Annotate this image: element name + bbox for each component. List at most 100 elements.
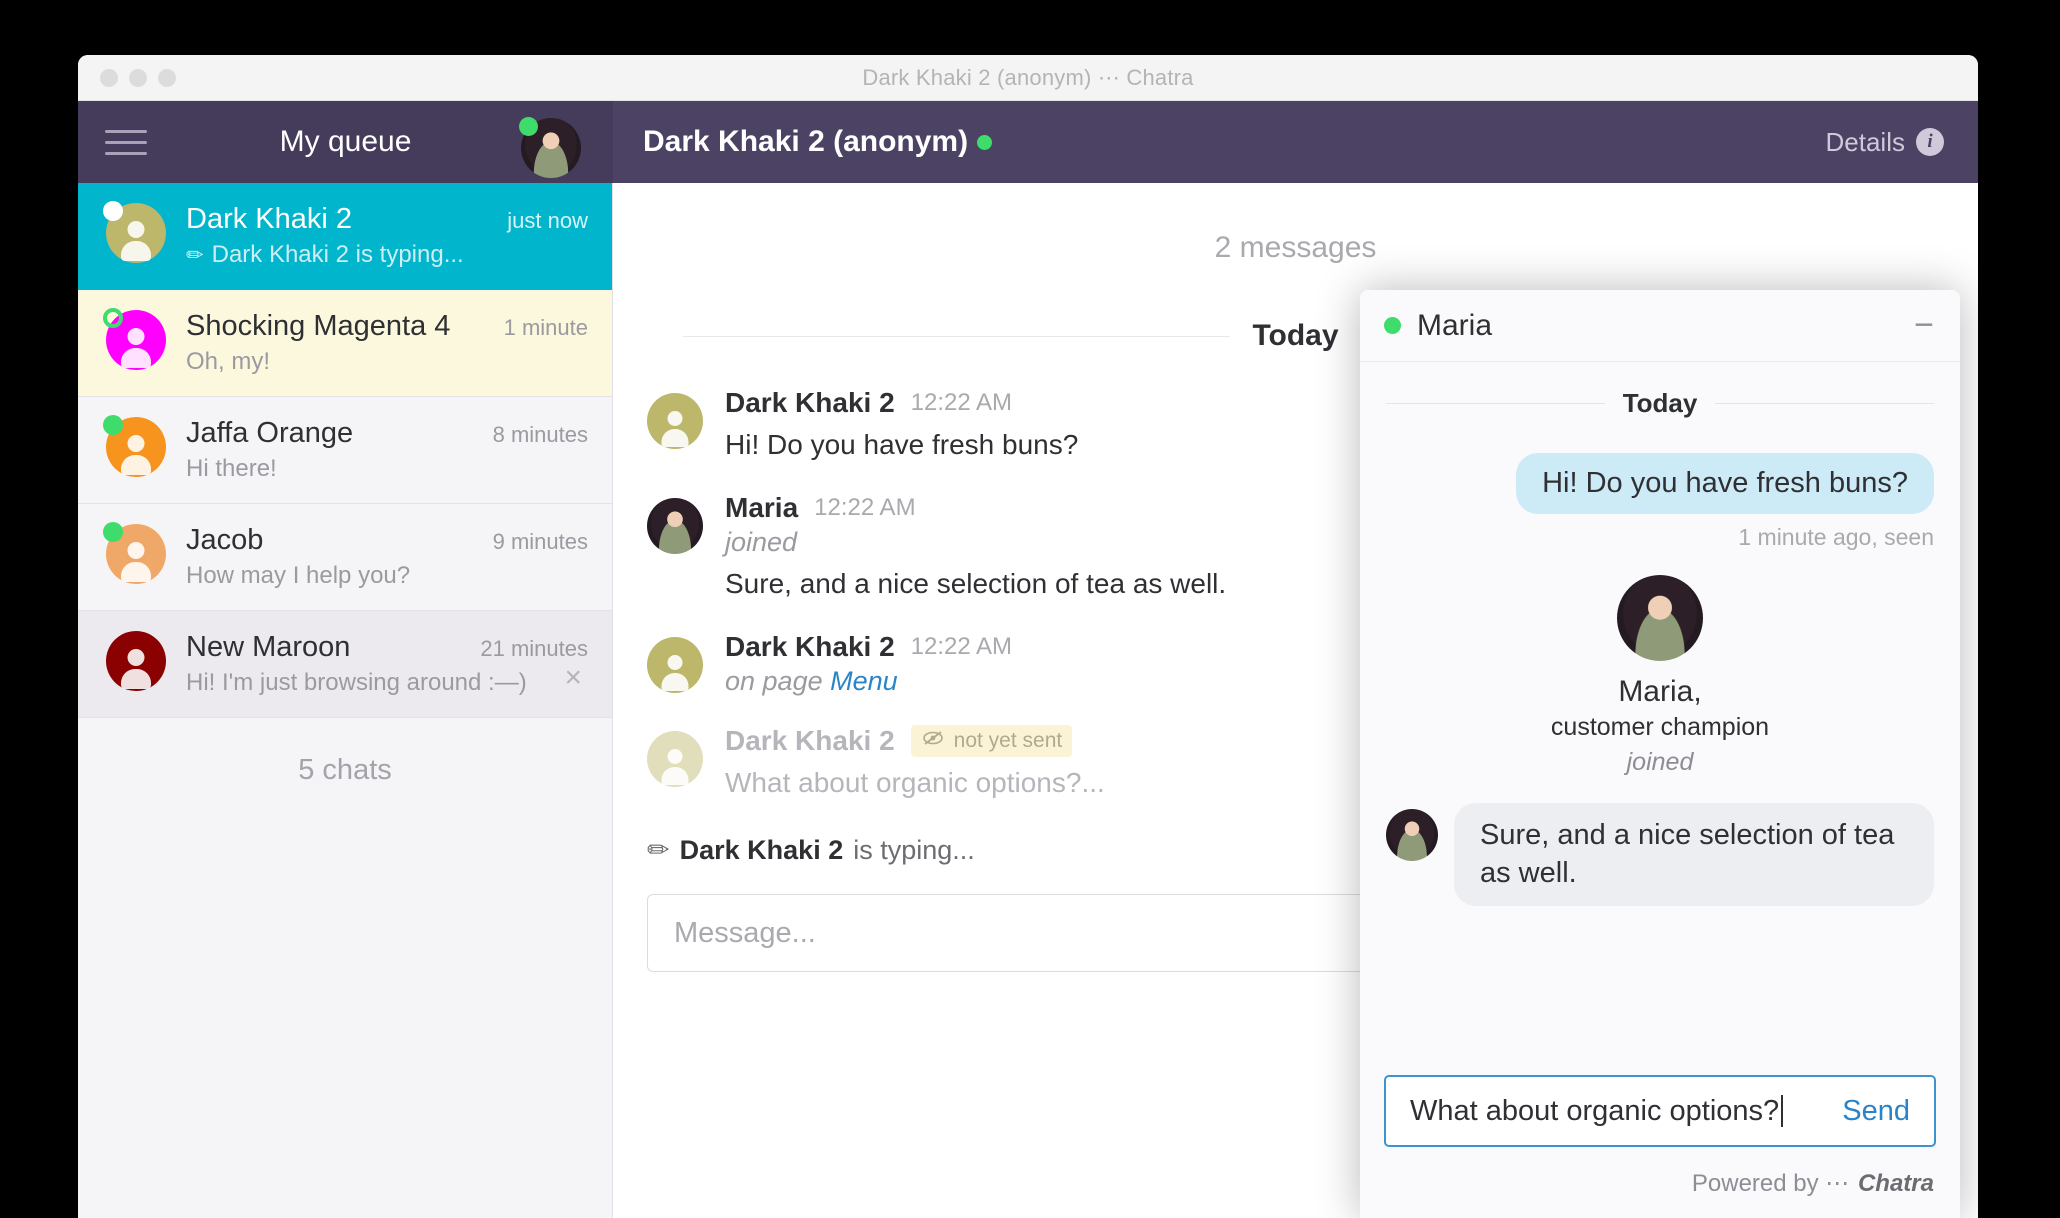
typing-suffix: is typing... [853, 835, 975, 866]
widget-agent-name: Maria [1417, 308, 1493, 342]
agent-joined-label: joined [1626, 748, 1694, 776]
chat-time: 9 minutes [492, 529, 588, 554]
chat-snippet-text: Hi! I'm just browsing around :—) [186, 669, 527, 696]
chat-list-item-new-maroon[interactable]: New Maroon 21 minutes Hi! I'm just brows… [78, 611, 612, 718]
chat-snippet-text: Hi there! [186, 455, 277, 482]
page-link[interactable]: Menu [830, 666, 898, 696]
person-icon [115, 219, 157, 261]
incoming-message: Sure, and a nice selection of tea as wel… [1386, 803, 1934, 907]
day-separator-label: Today [1252, 319, 1339, 352]
chat-list-item-jaffa-orange[interactable]: Jaffa Orange 8 minutes Hi there! [78, 397, 612, 504]
widget-composer[interactable]: What about organic options? Send [1360, 1075, 1960, 1157]
person-icon [656, 409, 694, 447]
widget-input-value-wrap: What about organic options? [1410, 1094, 1784, 1128]
message-time: 12:22 AM [910, 389, 1013, 416]
person-icon [656, 653, 694, 691]
conversation-title-text: Dark Khaki 2 (anonym) [643, 125, 969, 158]
chat-snippet: Oh, my! [186, 348, 588, 376]
chat-time: 8 minutes [492, 422, 588, 447]
chat-list-item-body: Shocking Magenta 4 1 minute Oh, my! [186, 310, 588, 376]
chat-name: Jacob [186, 524, 264, 556]
widget-day-label: Today [1622, 388, 1698, 418]
eye-slash-icon [921, 729, 945, 752]
avatar [103, 201, 166, 263]
screenshot-stage: Dark Khaki 2 (anonym) ⋯ Chatra My queue … [0, 0, 2060, 1218]
agent-name: Maria, [1618, 675, 1702, 708]
chat-snippet: ✏ Dark Khaki 2 is typing... [186, 241, 588, 269]
person-icon [656, 747, 694, 785]
chat-name: Jaffa Orange [186, 417, 354, 449]
chat-list-sidebar[interactable]: Dark Khaki 2 just now ✏ Dark Khaki 2 is … [78, 183, 613, 1218]
widget-input-value: What about organic options? [1410, 1094, 1780, 1127]
person-icon [115, 326, 157, 368]
visitor-online-icon [977, 134, 993, 150]
chats-count-label: 5 chats [298, 754, 392, 786]
person-icon [115, 540, 157, 582]
avatar [106, 631, 166, 691]
agent-introduction: Maria, customer champion joined [1386, 575, 1934, 777]
widget-footer: Powered by ⋯ Chatra [1360, 1157, 1960, 1218]
chat-time: 21 minutes [480, 636, 588, 661]
send-button[interactable]: Send [1842, 1095, 1910, 1128]
agent-avatar [1386, 809, 1438, 861]
status-badge [103, 522, 123, 542]
avatar [103, 522, 166, 584]
visitor-chat-widget[interactable]: Maria − Today Hi! Do you have fresh buns… [1360, 290, 1960, 1218]
avatar [647, 636, 703, 693]
chat-snippet-text: How may I help you? [186, 562, 411, 589]
details-button[interactable]: Details i [1826, 127, 1944, 158]
current-user-avatar[interactable] [519, 117, 581, 178]
conversation-title: Dark Khaki 2 (anonym) [643, 125, 993, 159]
status-badge [103, 308, 123, 328]
chat-snippet-text: Oh, my! [186, 348, 271, 375]
widget-agent: Maria [1384, 309, 1492, 343]
divider-line [683, 335, 1231, 337]
message-author: Maria [725, 491, 799, 523]
menu-icon[interactable] [105, 129, 147, 155]
widget-message-input[interactable]: What about organic options? Send [1384, 1075, 1936, 1147]
chat-list-item-body: New Maroon 21 minutes Hi! I'm just brows… [186, 631, 588, 697]
chat-list-item-jacob[interactable]: Jacob 9 minutes How may I help you? [78, 504, 612, 611]
avatar [647, 730, 703, 787]
status-badge [103, 201, 123, 221]
window-title: Dark Khaki 2 (anonym) ⋯ Chatra [862, 64, 1194, 90]
chat-list-item-body: Jacob 9 minutes How may I help you? [186, 524, 588, 590]
details-label: Details [1825, 126, 1905, 157]
status-badge [103, 415, 123, 435]
message-time: 12:22 AM [910, 632, 1013, 660]
widget-day-separator: Today [1386, 388, 1935, 419]
window-titlebar: Dark Khaki 2 (anonym) ⋯ Chatra [78, 55, 1978, 101]
message-count-label: 2 messages [1214, 231, 1377, 264]
online-status-icon [1384, 317, 1401, 334]
agent-role: customer champion [1550, 713, 1770, 741]
outgoing-message-text: Hi! Do you have fresh buns? [1516, 453, 1934, 514]
chat-list-item-dark-khaki-2[interactable]: Dark Khaki 2 just now ✏ Dark Khaki 2 is … [78, 183, 612, 290]
chat-name: New Maroon [186, 631, 351, 663]
online-status-icon [519, 117, 538, 136]
conversation-header: Dark Khaki 2 (anonym) Details i [613, 101, 1978, 183]
incoming-message-text: Sure, and a nice selection of tea as wel… [1454, 803, 1934, 907]
not-yet-sent-badge: not yet sent [910, 724, 1073, 757]
typing-author: Dark Khaki 2 [679, 835, 844, 866]
chat-snippet: How may I help you? [186, 562, 588, 590]
chat-name: Dark Khaki 2 [186, 203, 353, 235]
message-author: Dark Khaki 2 [725, 630, 895, 662]
message-input-placeholder: Message... [674, 916, 816, 949]
outgoing-message-meta: 1 minute ago, seen [1738, 524, 1934, 550]
widget-message-area: Today Hi! Do you have fresh buns? 1 minu… [1360, 362, 1960, 1075]
info-icon: i [1916, 128, 1944, 156]
close-chat-icon[interactable]: × [564, 663, 582, 693]
chat-snippet: Hi there! [186, 455, 588, 483]
powered-by-label: Powered by [1691, 1170, 1826, 1197]
divider-line [1386, 403, 1605, 404]
message-time: 12:22 AM [814, 493, 916, 521]
pencil-icon: ✏ [186, 243, 204, 267]
chat-time: 1 minute [503, 315, 588, 340]
minimize-widget-icon[interactable]: − [1914, 308, 1934, 341]
person-icon [115, 433, 157, 475]
app-window: Dark Khaki 2 (anonym) ⋯ Chatra My queue … [78, 55, 1978, 1218]
not-yet-sent-label: not yet sent [953, 728, 1063, 752]
text-caret [1781, 1095, 1784, 1127]
chat-list-item-shocking-magenta-4[interactable]: Shocking Magenta 4 1 minute Oh, my! [78, 290, 612, 397]
widget-header: Maria − [1360, 290, 1960, 362]
